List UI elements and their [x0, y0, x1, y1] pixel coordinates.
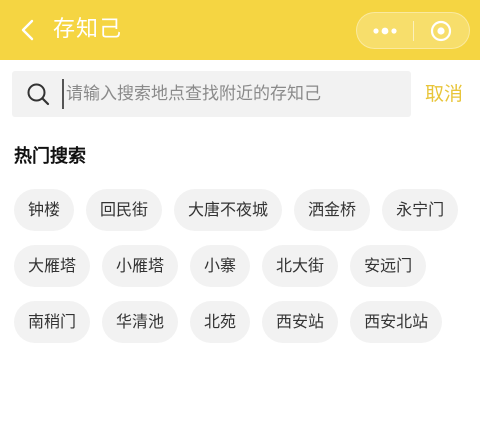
hot-tag[interactable]: 北大街: [262, 245, 339, 287]
mini-program-capsule: [356, 12, 470, 49]
hot-tag[interactable]: 洒金桥: [294, 189, 371, 231]
hot-tag[interactable]: 西安北站: [350, 301, 443, 343]
search-input[interactable]: [62, 79, 402, 109]
hot-tag[interactable]: 大唐不夜城: [174, 189, 283, 231]
search-icon: [27, 83, 50, 106]
hot-tag[interactable]: 华清池: [102, 301, 179, 343]
hot-tag[interactable]: 钟楼: [14, 189, 75, 231]
chevron-left-icon: [21, 19, 34, 41]
hot-tag[interactable]: 南稍门: [14, 301, 91, 343]
hot-tag[interactable]: 小寨: [190, 245, 251, 287]
more-dots-icon: [373, 27, 397, 34]
hot-tag[interactable]: 安远门: [350, 245, 427, 287]
hot-tag[interactable]: 大雁塔: [14, 245, 91, 287]
target-circle-icon: [431, 20, 452, 41]
hot-search-title: 热门搜索: [14, 146, 86, 167]
hot-tag[interactable]: 永宁门: [382, 189, 459, 231]
page-title: 存知己: [53, 17, 123, 42]
hot-tag[interactable]: 西安站: [262, 301, 339, 343]
hot-search-tags: 钟楼 回民街 大唐不夜城 洒金桥 永宁门 大雁塔 小雁塔 小寨 北大街 安远门 …: [14, 189, 470, 343]
back-button[interactable]: [14, 16, 40, 44]
more-menu-button[interactable]: [357, 13, 413, 48]
nav-bar: 存知己: [0, 0, 480, 60]
close-mini-program-button[interactable]: [413, 13, 469, 48]
hot-tag[interactable]: 回民街: [86, 189, 163, 231]
hot-tag[interactable]: 小雁塔: [102, 245, 179, 287]
cancel-button[interactable]: 取消: [425, 80, 463, 108]
hot-tag[interactable]: 北苑: [190, 301, 251, 343]
search-box: [12, 71, 411, 117]
